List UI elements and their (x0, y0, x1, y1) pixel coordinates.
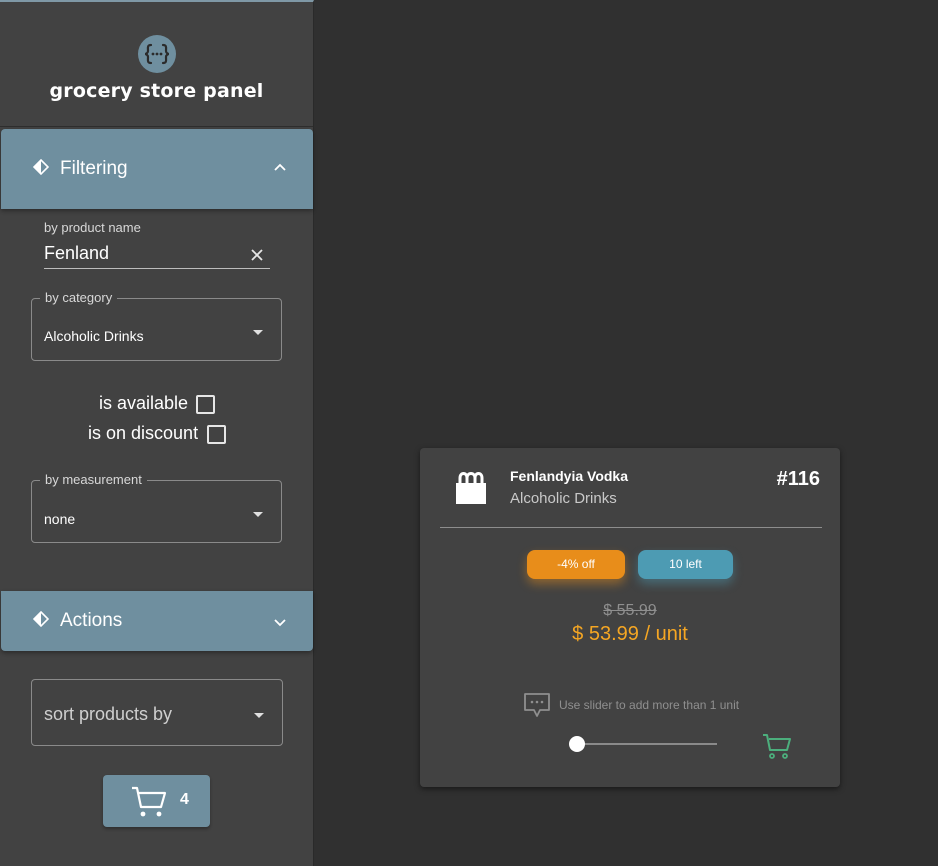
dropdown-arrow-icon (253, 512, 263, 517)
app-root: grocery store panel Filtering by product… (0, 0, 938, 866)
brand-header: grocery store panel (0, 2, 313, 127)
measurement-select[interactable]: by measurement none (31, 472, 282, 543)
shopping-bag-icon (454, 469, 488, 510)
app-title: grocery store panel (49, 80, 264, 102)
available-checkbox-label: is available (99, 393, 189, 413)
product-name-input[interactable] (44, 242, 244, 264)
add-to-cart-icon[interactable] (762, 732, 792, 765)
card-divider (440, 527, 822, 528)
cart-count: 4 (180, 791, 189, 808)
sort-products-select[interactable]: sort products by (31, 679, 283, 746)
sidebar: grocery store panel Filtering by product… (0, 0, 314, 866)
quantity-slider-track[interactable] (577, 743, 717, 745)
dropdown-arrow-icon (253, 330, 263, 335)
product-name-filter: by product name (44, 220, 270, 270)
discount-checkbox-label: is on discount (88, 423, 199, 443)
discount-checkbox-row: is on discount (0, 423, 313, 447)
stock-badge: 10 left (638, 550, 733, 579)
category-select-value: Alcoholic Drinks (44, 328, 144, 344)
cart-button[interactable]: 4 (103, 775, 210, 827)
discount-badge: -4% off (527, 550, 625, 579)
chevron-down-icon[interactable] (273, 615, 287, 633)
dropdown-arrow-icon (254, 713, 264, 718)
chevron-up-icon[interactable] (273, 159, 287, 177)
input-underline (44, 268, 270, 269)
product-name-filter-label: by product name (44, 220, 141, 235)
actions-header-label: Actions (60, 610, 123, 631)
filter-diamond-icon (32, 158, 50, 180)
actions-diamond-icon (32, 610, 50, 632)
actions-panel-header[interactable]: Actions (1, 591, 313, 651)
old-price: $ 55.99 (603, 602, 657, 619)
code-braces-logo-icon (138, 35, 176, 73)
available-checkbox-row: is available (0, 393, 313, 417)
clear-icon[interactable] (249, 247, 265, 263)
measurement-select-label: by measurement (40, 472, 147, 487)
discount-checkbox[interactable] (207, 425, 226, 444)
new-price: $ 53.99 / unit (572, 623, 688, 645)
measurement-select-value: none (44, 511, 76, 527)
product-id: #116 (776, 468, 820, 490)
available-checkbox[interactable] (196, 395, 215, 414)
quantity-slider-thumb[interactable] (569, 736, 585, 752)
comment-dots-icon (523, 692, 551, 723)
category-select-label: by category (40, 290, 118, 305)
sort-select-placeholder: sort products by (44, 704, 173, 724)
slider-hint: Use slider to add more than 1 unit (559, 698, 740, 712)
filtering-panel-header[interactable]: Filtering (1, 129, 313, 209)
product-name: Fenlandyia Vodka (510, 468, 628, 484)
category-select[interactable]: by category Alcoholic Drinks (31, 290, 282, 361)
product-category: Alcoholic Drinks (510, 490, 617, 507)
filtering-header-label: Filtering (60, 158, 128, 179)
cart-icon (131, 785, 167, 824)
product-card: Fenlandyia Vodka Alcoholic Drinks #116 -… (420, 448, 840, 787)
